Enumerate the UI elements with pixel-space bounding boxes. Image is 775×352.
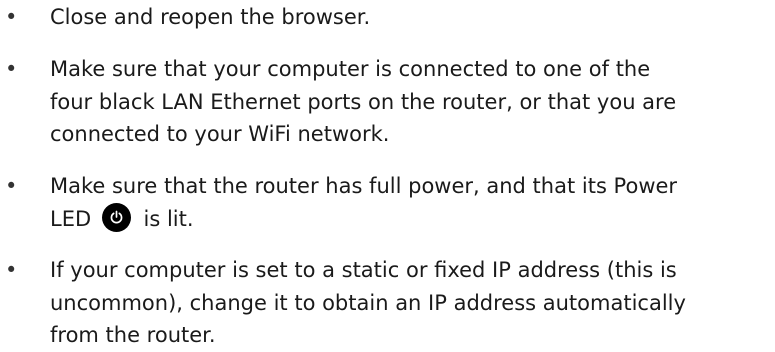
item-text-is-lit: is lit.	[143, 206, 194, 231]
item-text-line: uncommon), change it to obtain an IP add…	[50, 290, 686, 315]
list-item-text: Close and reopen the browser.	[50, 1, 772, 34]
list-item-text: Make sure that your computer is connecte…	[50, 53, 772, 151]
bullet-marker: •	[5, 258, 18, 282]
power-icon	[101, 202, 131, 232]
item-text-line: connected to your WiFi network.	[50, 122, 390, 146]
power-symbol-icon	[110, 210, 123, 223]
item-text-led: LED	[50, 206, 92, 231]
item-text: Close and reopen the browser.	[50, 5, 371, 29]
list-item-text: Make sure that the router has full power…	[50, 170, 772, 235]
item-text-line: Make sure that the router has full power…	[50, 174, 678, 198]
bullet-marker: •	[5, 174, 18, 198]
bullet-marker: •	[5, 5, 18, 29]
bullet-marker: •	[5, 57, 18, 81]
item-text-line: If your computer is set to a static or f…	[50, 258, 677, 282]
list-item-text: If your computer is set to a static or f…	[50, 254, 772, 352]
item-text-line: Make sure that your computer is connecte…	[50, 57, 651, 81]
item-text-line: four black LAN Ethernet ports on the rou…	[50, 89, 677, 114]
item-text-line: from the router.	[50, 323, 216, 347]
document-page: • Close and reopen the browser. • Make s…	[0, 0, 775, 347]
